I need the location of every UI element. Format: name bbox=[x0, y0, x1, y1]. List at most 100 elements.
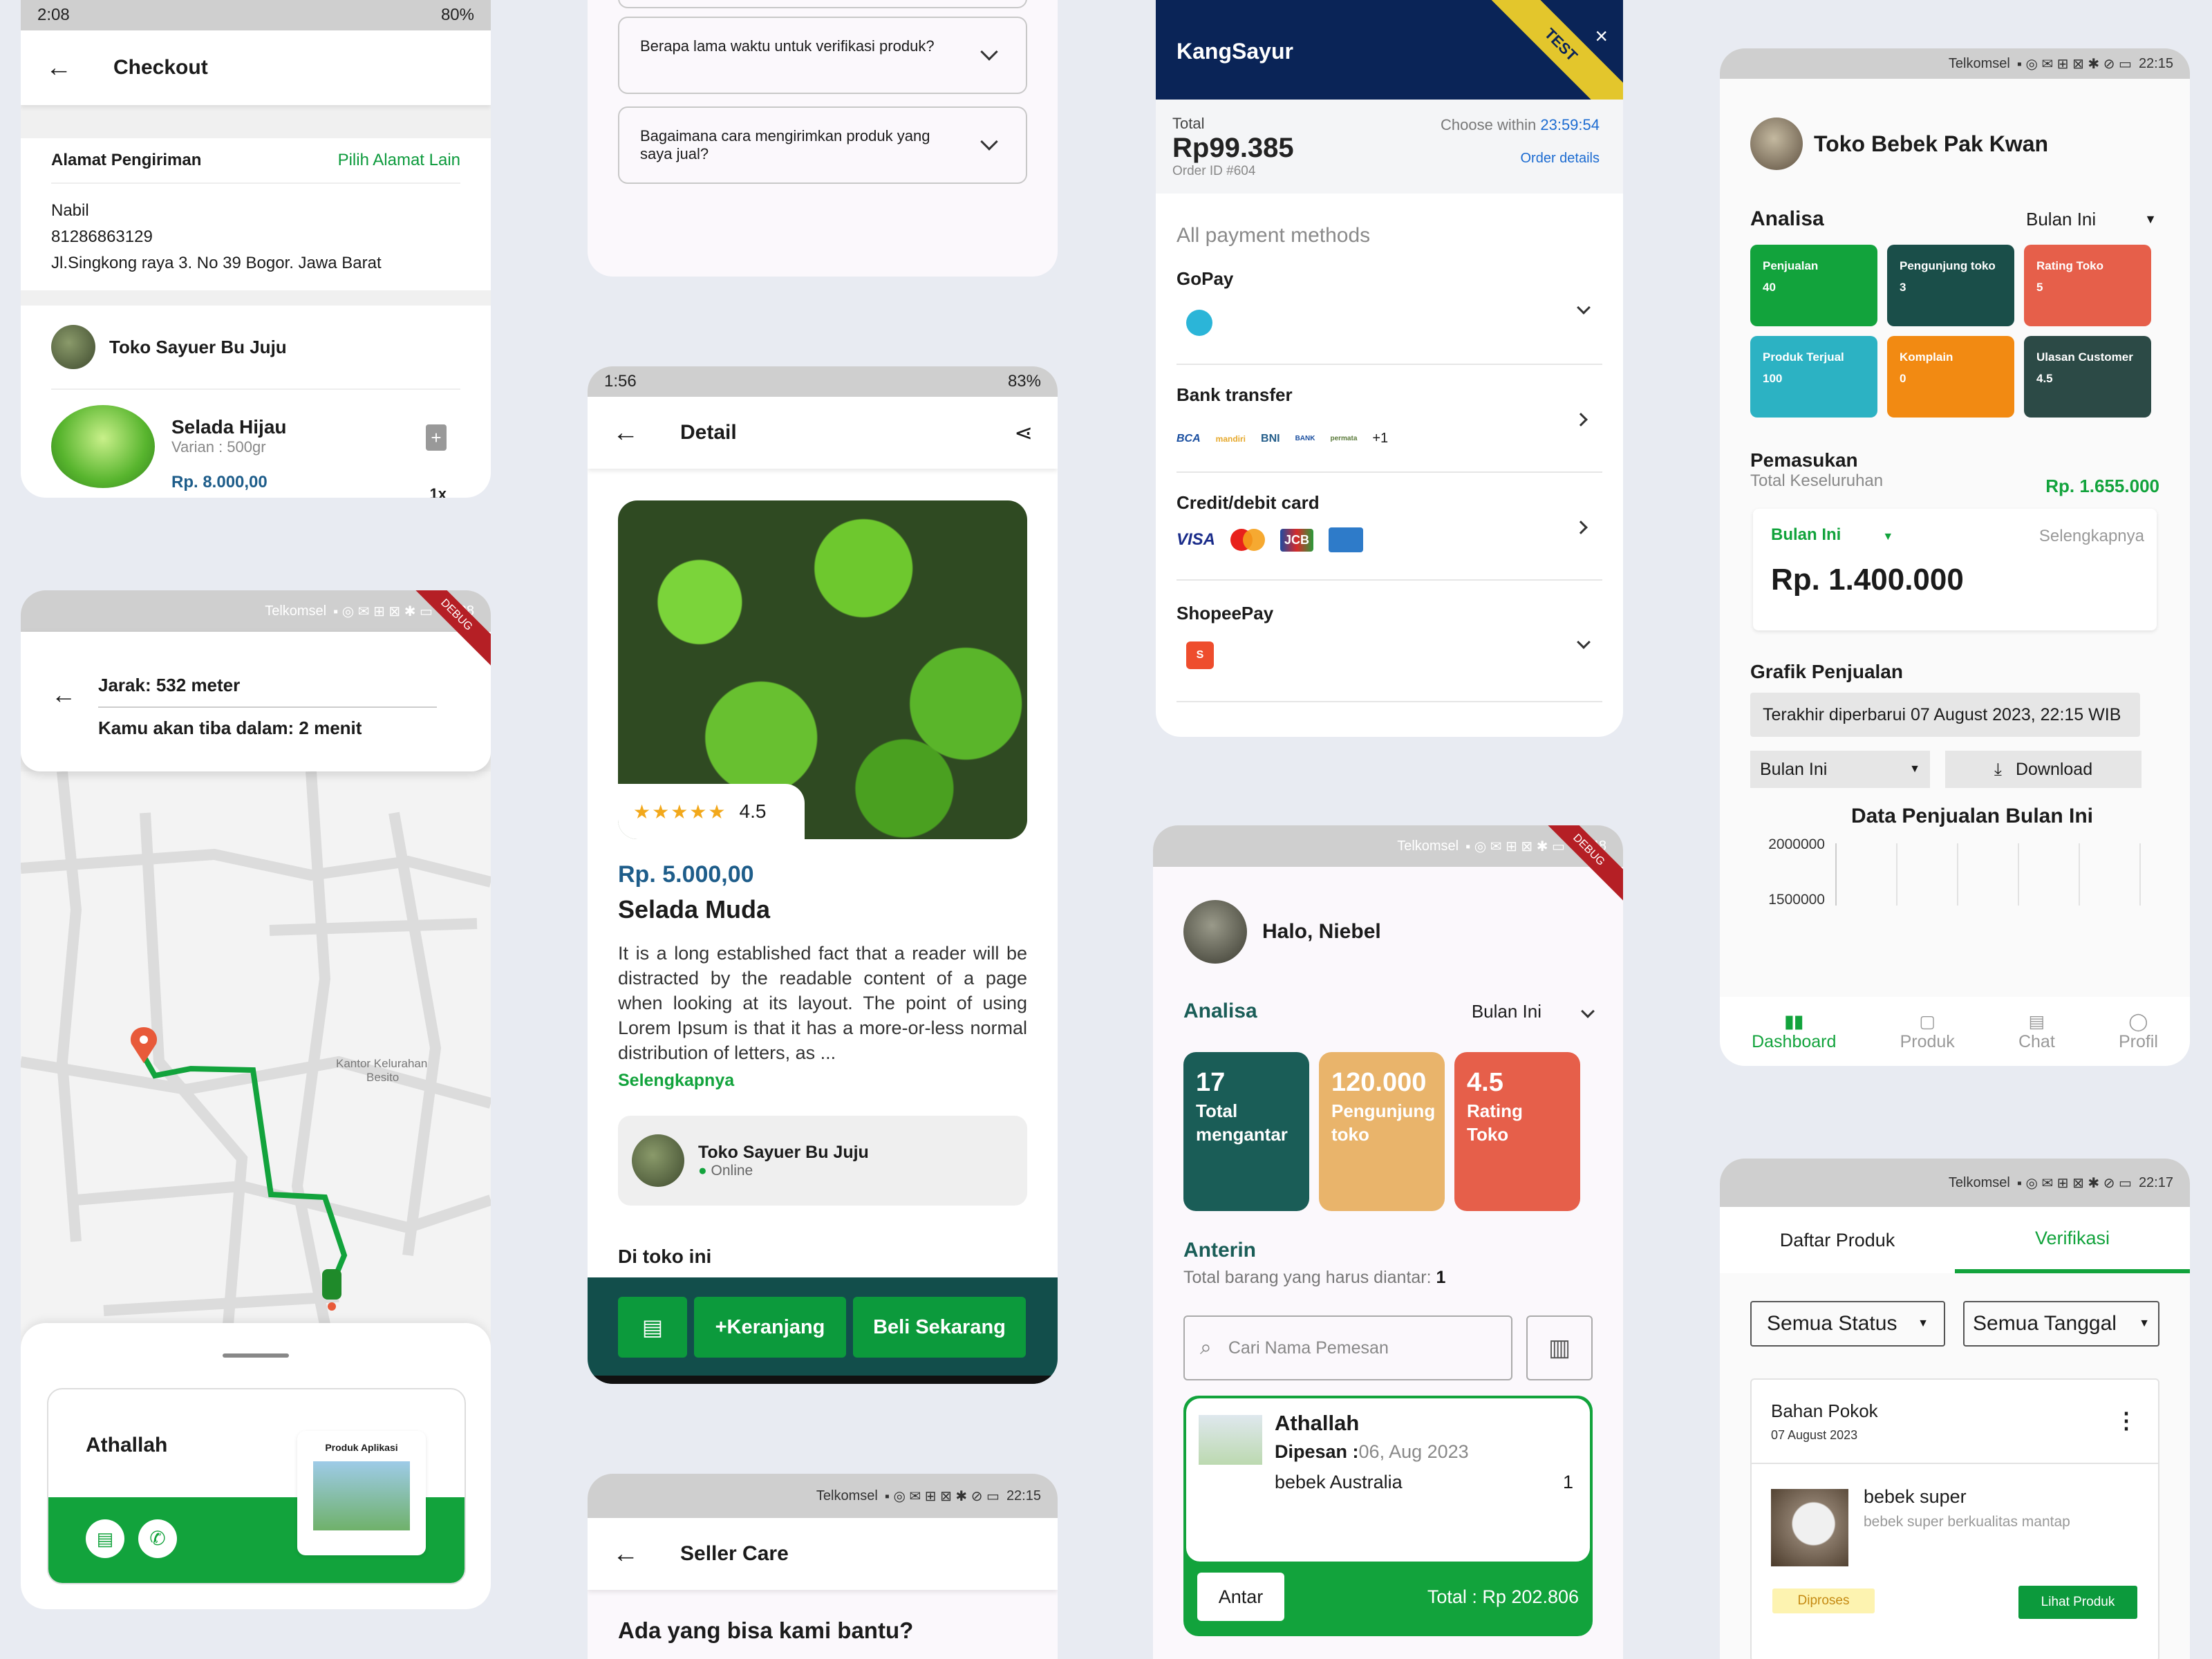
product-price: Rp. 5.000,00 bbox=[618, 861, 754, 888]
read-more-link[interactable]: Selengkapnya bbox=[618, 1071, 1027, 1091]
chat-button[interactable]: ▤ bbox=[86, 1519, 124, 1558]
analytics-grid: Penjualan 40 Pengunjung toko 3 Rating Toko… bbox=[1720, 245, 2190, 418]
period-value: Bulan Ini bbox=[1471, 1000, 1541, 1022]
phone-button[interactable]: ✆ bbox=[138, 1519, 177, 1558]
drag-handle[interactable] bbox=[223, 1353, 289, 1358]
delivery-map-screen: DEBUG Telkomsel ▪ ◎ ✉ ⊞ ⊠ ✱ ▭ 20:28 ← Ja… bbox=[21, 590, 491, 1609]
nav-label: Chat bbox=[2018, 1031, 2055, 1051]
user-avatar bbox=[1183, 900, 1247, 964]
product-variant: Varian : 500gr bbox=[171, 438, 266, 456]
payment-method-gopay[interactable]: GoPay bbox=[1177, 268, 1602, 365]
status-filter-dropdown[interactable]: Semua Status ▼ bbox=[1750, 1301, 1945, 1347]
status-bar: 2:08 80% bbox=[21, 0, 491, 30]
recipient-address: Jl.Singkong raya 3. No 39 Bogor. Jawa Ba… bbox=[51, 254, 382, 272]
stat-tile[interactable]: Pengunjung toko 3 bbox=[1887, 245, 2014, 326]
more-link[interactable]: Selengkapnya bbox=[2039, 527, 2144, 546]
product-detail-screen: 1:56 83% ← Detail ⋖ ★★★★★ 4.5 Rp. 5.000,… bbox=[588, 366, 1058, 1384]
chevron-down-icon bbox=[1581, 1004, 1595, 1018]
share-icon[interactable]: ⋖ bbox=[1014, 420, 1033, 446]
stat-tile[interactable]: Rating Toko 5 bbox=[2024, 245, 2151, 326]
payment-method-card[interactable]: Credit/debit card VISA JCB bbox=[1177, 473, 1602, 581]
online-dot-icon: ● bbox=[698, 1162, 707, 1179]
star-rating-icon: ★★★★★ bbox=[633, 800, 727, 823]
ordered-label: Dipesan : bbox=[1275, 1441, 1359, 1462]
chevron-right-icon bbox=[1574, 413, 1588, 427]
note-icon[interactable]: + bbox=[426, 424, 447, 451]
stat-tile[interactable]: Ulasan Customer 4.5 bbox=[2024, 336, 2151, 418]
view-product-button[interactable]: Lihat Produk bbox=[2018, 1586, 2137, 1619]
back-arrow-icon[interactable]: ← bbox=[612, 418, 639, 448]
nav-chat[interactable]: ▤ Chat bbox=[2018, 1011, 2055, 1052]
category-date: 07 August 2023 bbox=[1771, 1428, 1858, 1442]
rating-badge: ★★★★★ 4.5 bbox=[618, 784, 805, 839]
tile-value: 40 bbox=[1763, 280, 1776, 294]
nav-profil[interactable]: ◯ Profil bbox=[2119, 1011, 2158, 1052]
deliver-button[interactable]: Antar bbox=[1197, 1573, 1284, 1621]
tab-product-list[interactable]: Daftar Produk bbox=[1720, 1207, 1955, 1273]
order-thumbnail bbox=[1199, 1415, 1262, 1465]
shopeepay-icon: S bbox=[1186, 641, 1214, 669]
courier-home-screen: DEBUG Telkomsel ▪ ◎ ✉ ⊞ ⊠ ✱ ▭ 19:48 Halo… bbox=[1153, 825, 1623, 1659]
stat-tile[interactable]: 120.000 Pengunjung toko bbox=[1319, 1052, 1445, 1211]
tile-label: Rating Toko bbox=[1467, 1100, 1523, 1145]
choose-other-address-link[interactable]: Pilih Alamat Lain bbox=[338, 151, 460, 170]
tile-label: Produk Terjual bbox=[1763, 350, 1844, 364]
order-details-link[interactable]: Order details bbox=[1521, 151, 1600, 167]
store-name: Toko Bebek Pak Kwan bbox=[1814, 131, 2049, 156]
download-button[interactable]: ⤓ Download bbox=[1945, 751, 2141, 788]
tile-value: 120.000 bbox=[1331, 1068, 1427, 1097]
bank-logo-permata: permata bbox=[1330, 435, 1358, 442]
status-time: 22:15 bbox=[1006, 1488, 1041, 1503]
method-label: GoPay bbox=[1177, 268, 1234, 289]
status-battery: 80% bbox=[440, 6, 474, 24]
period-dropdown[interactable]: Bulan Ini ▼ bbox=[2026, 209, 2157, 230]
more-options-icon[interactable]: ⋮ bbox=[2115, 1407, 2137, 1434]
stat-tile[interactable]: 17 Total mengantar bbox=[1183, 1052, 1309, 1211]
item-name: bebek super bbox=[1864, 1486, 1967, 1507]
chat-button[interactable]: ▤ bbox=[618, 1297, 687, 1358]
bank-more: +1 bbox=[1372, 431, 1389, 446]
add-to-cart-button[interactable]: +Keranjang bbox=[694, 1297, 846, 1358]
store-avatar bbox=[51, 325, 95, 369]
month-dropdown[interactable]: Bulan Ini ▼ bbox=[1771, 525, 1893, 544]
period-dropdown[interactable]: Bulan Ini bbox=[1471, 1000, 1595, 1022]
date-filter-dropdown[interactable]: Semua Tanggal ▼ bbox=[1963, 1301, 2159, 1347]
search-input[interactable]: ⌕ Cari Nama Pemesan bbox=[1183, 1315, 1512, 1380]
faq-question: Berapa lama waktu untuk verifikasi produ… bbox=[640, 37, 935, 55]
courier-card: Athallah Produk Aplikasi ▤ ✆ bbox=[47, 1388, 466, 1584]
bank-logo-bni: BNI bbox=[1261, 432, 1280, 444]
map-view[interactable]: Kantor Kelurahan Besito bbox=[21, 771, 491, 1394]
close-icon[interactable]: × bbox=[1595, 24, 1608, 49]
status-time: 22:15 bbox=[2138, 55, 2173, 71]
map-button[interactable]: ▥ bbox=[1526, 1315, 1593, 1380]
back-arrow-icon[interactable]: ← bbox=[46, 53, 72, 83]
payment-method-shopeepay[interactable]: ShopeePay S bbox=[1177, 581, 1602, 702]
nav-dashboard[interactable]: ▮▮ Dashboard bbox=[1752, 1011, 1836, 1052]
back-arrow-icon[interactable]: ← bbox=[612, 1539, 639, 1569]
month-value: Bulan Ini bbox=[1771, 525, 1841, 544]
status-battery: 83% bbox=[1007, 372, 1041, 391]
chevron-down-icon bbox=[1577, 635, 1591, 649]
chart-title: Data Penjualan Bulan Ini bbox=[1850, 805, 2094, 827]
buy-now-button[interactable]: Beli Sekarang bbox=[853, 1297, 1026, 1358]
nav-label: Dashboard bbox=[1752, 1031, 1837, 1051]
tile-value: 17 bbox=[1196, 1068, 1226, 1097]
tab-verification[interactable]: Verifikasi bbox=[1955, 1207, 2190, 1273]
greeting: Halo, Niebel bbox=[1262, 920, 1381, 943]
stat-tile[interactable]: 4.5 Rating Toko bbox=[1454, 1052, 1580, 1211]
order-card[interactable]: Athallah Dipesan :06, Aug 2023 bebek Aus… bbox=[1183, 1396, 1593, 1636]
store-card[interactable]: Toko Sayuer Bu Juju ● Online bbox=[618, 1116, 1027, 1206]
faq-item[interactable]: Berapa lama waktu untuk verifikasi produ… bbox=[618, 17, 1027, 94]
back-arrow-icon[interactable]: ← bbox=[51, 680, 76, 709]
route-info-card: ← Jarak: 532 meter Kamu akan tiba dalam:… bbox=[21, 632, 491, 771]
nav-produk[interactable]: ▢ Produk bbox=[1900, 1011, 1955, 1052]
bank-logo-bri: BANK bbox=[1295, 435, 1315, 442]
stat-tile[interactable]: Penjualan 40 bbox=[1750, 245, 1877, 326]
product-image: ★★★★★ 4.5 bbox=[618, 500, 1027, 839]
payment-method-bank[interactable]: Bank transfer BCA mandiri BNI BANK perma… bbox=[1177, 365, 1602, 473]
chart-period-dropdown[interactable]: Bulan Ini ▼ bbox=[1750, 751, 1930, 788]
faq-item[interactable]: Bagaimana cara mengirimkan produk yang s… bbox=[618, 106, 1027, 184]
stat-tile[interactable]: Produk Terjual 100 bbox=[1750, 336, 1877, 418]
stat-tile[interactable]: Komplain 0 bbox=[1887, 336, 2014, 418]
seller-dashboard-screen: Telkomsel ▪ ◎ ✉ ⊞ ⊠ ✱ ⊘ ▭ 22:15 Toko Beb… bbox=[1720, 48, 2190, 1066]
